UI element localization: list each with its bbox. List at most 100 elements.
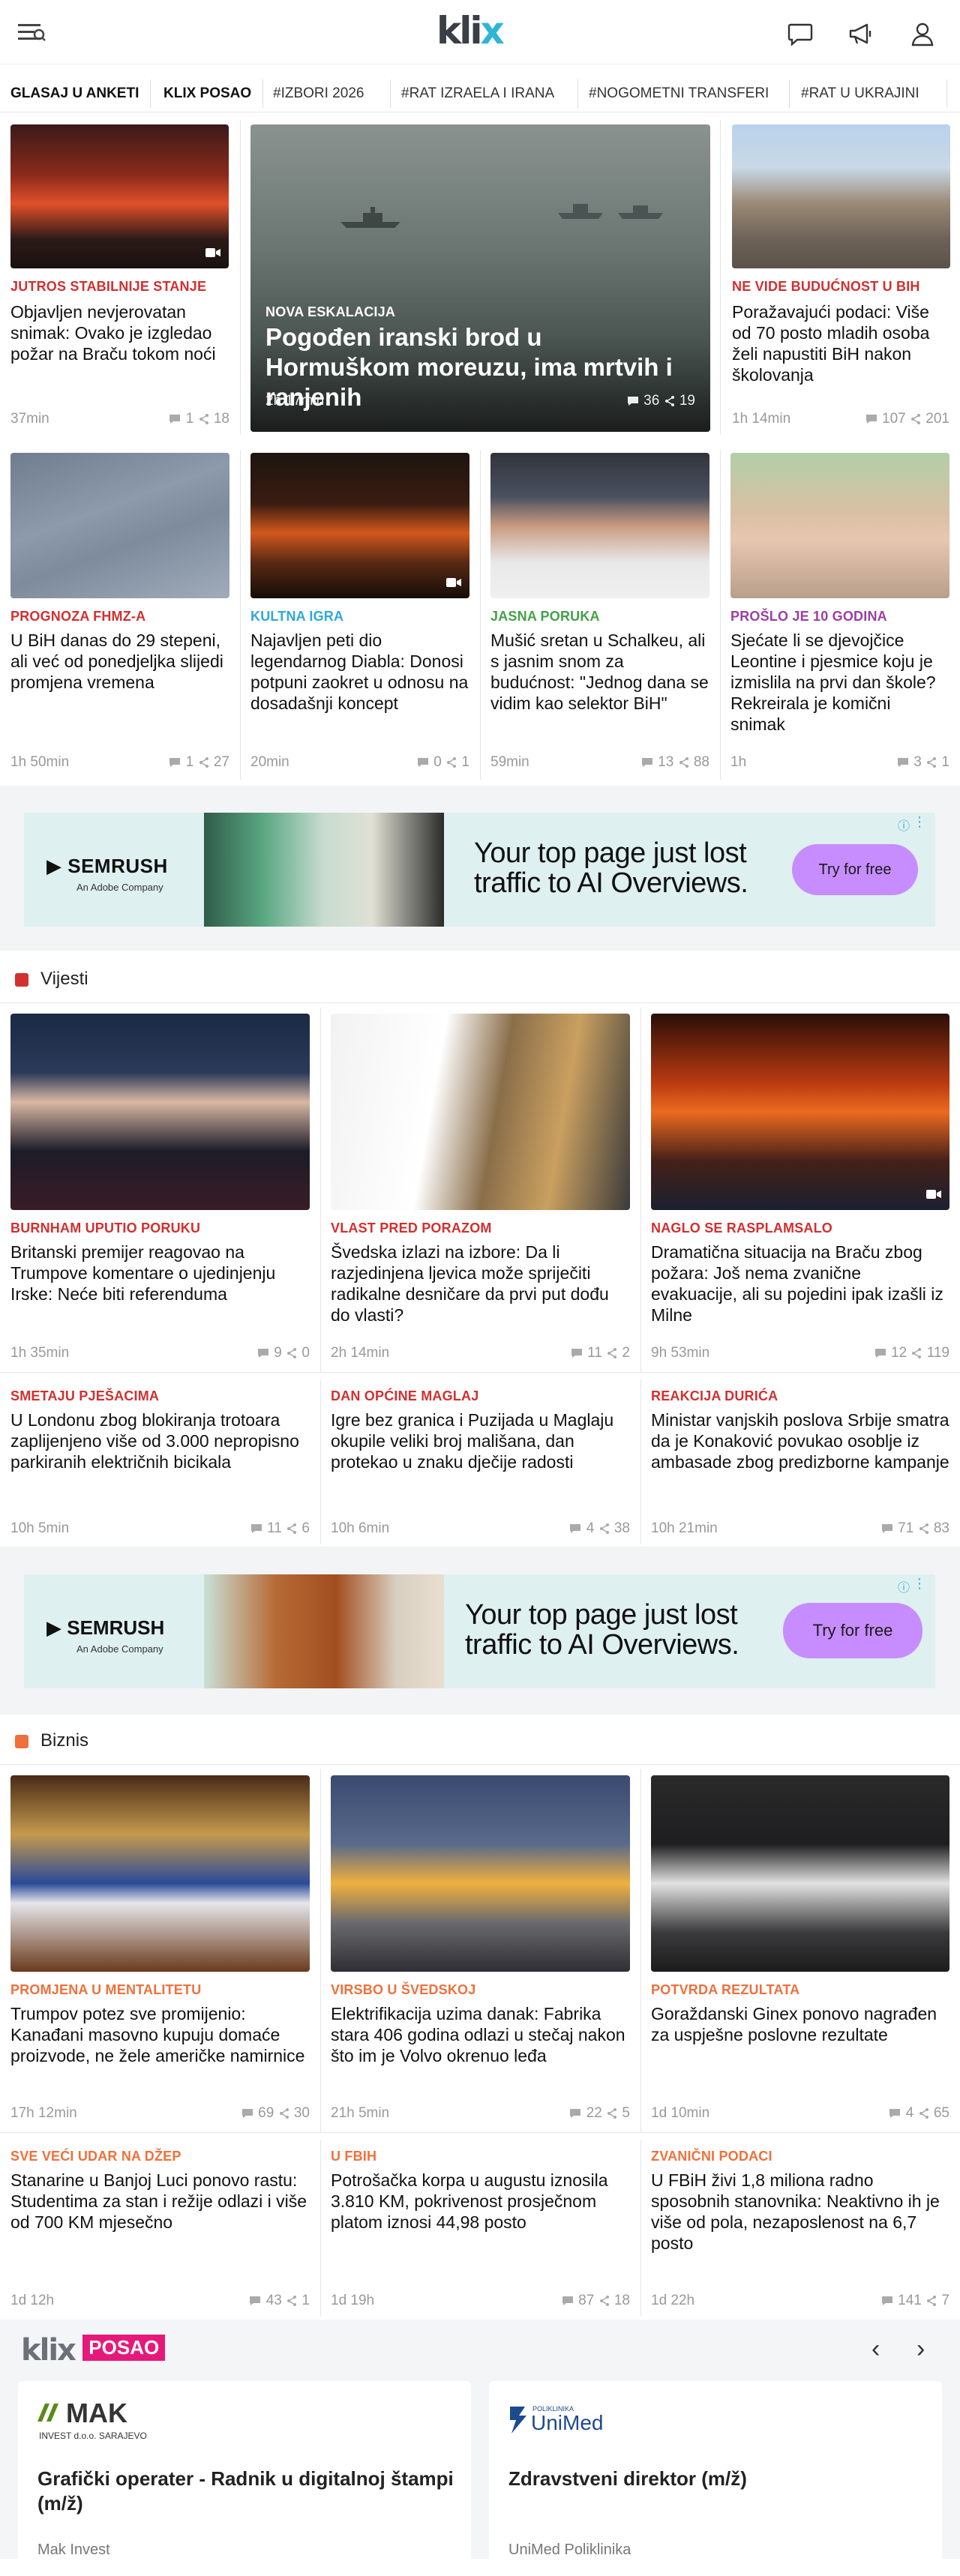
share-icon [664, 396, 674, 406]
chevron-right-icon[interactable]: › [916, 2335, 925, 2364]
company-logo: MAK INVEST d.o.o. SARAJEVO [36, 2398, 164, 2446]
share-icon [599, 1523, 609, 1534]
menu-icon[interactable] [16, 21, 46, 43]
article-title: Goraždanski Ginex ponovo nagrađen za usp… [651, 2004, 938, 2044]
chevron-left-icon[interactable]: ‹ [872, 2335, 880, 2364]
article-stats: 0 1 [416, 754, 470, 771]
share-count: 2 [622, 1345, 630, 1361]
comment-count: 69 [258, 2105, 274, 2121]
tag-klix-posao[interactable]: KLIX POSAO [164, 75, 251, 112]
posao-logo-text: POSAO [82, 2335, 166, 2361]
divider [480, 450, 481, 780]
user-icon[interactable] [909, 21, 936, 46]
article-card[interactable]: PROGNOZA FHMZ-A U BiH danas do 29 stepeni… [0, 442, 240, 781]
section-header-biznis[interactable]: Biznis [0, 1717, 960, 1765]
article-card[interactable]: POTVRDA REZULTATA Goraždanski Ginex ponov… [640, 1765, 960, 2132]
comment-count: 11 [587, 1345, 602, 1361]
job-card[interactable]: POLIKLINIKA UniMed Zdravstveni direktor … [489, 2381, 942, 2576]
share-icon [287, 1348, 297, 1358]
share-count: 201 [926, 411, 950, 427]
article-kicker: KULTNA IGRA [250, 609, 344, 624]
ad-image [204, 813, 444, 927]
klix-posao-logo[interactable]: klix POSAO [21, 2333, 166, 2368]
share-count: 18 [213, 411, 230, 427]
megaphone-icon[interactable] [848, 21, 874, 46]
comment-icon [418, 758, 428, 767]
share-icon [199, 414, 208, 424]
ad-info-icon[interactable]: ⓘ [898, 816, 910, 834]
comment-icon [866, 415, 877, 424]
article-card[interactable]: DAN OPĆINE MAGLAJ Igre bez granica i Puzi… [320, 1379, 640, 1547]
tag-poll[interactable]: GLASAJ U ANKETI [10, 75, 139, 112]
article-card[interactable]: NE VIDE BUDUĆNOST U BIH Poražavajući pod… [720, 114, 960, 436]
tag-izbori[interactable]: #IZBORI 2026 [273, 75, 364, 112]
article-card[interactable]: VLAST PRED PORAZOM Švedska izlazi na izbo… [320, 1003, 640, 1372]
article-card[interactable]: SVE VEĆI UDAR NA DŽEP Stanarine u Banjoj … [0, 2140, 320, 2320]
tag-transferi[interactable]: #NOGOMETNI TRANSFERI [589, 75, 769, 112]
article-card[interactable]: REAKCIJA DURIĆA Ministar vanjskih poslova… [640, 1379, 960, 1547]
article-time: 17h 12min [10, 2105, 77, 2121]
share-icon [679, 757, 688, 768]
featured-article[interactable]: NOVA ESKALACIJA Pogođen iranski brod u H… [250, 124, 710, 432]
ad-image [204, 1574, 444, 1688]
ad-headline: Your top page just lost traffic to AI Ov… [474, 838, 748, 898]
share-count: 19 [679, 393, 695, 409]
ad-cta-button[interactable]: Try for free [783, 1603, 922, 1658]
article-kicker: SMETAJU PJEŠACIMA [10, 1388, 160, 1403]
article-title: Objavljen nevjerovatan snimak: Ovako je … [10, 302, 216, 364]
article-title: Elektrifikacija uzima danak: Fabrika sta… [331, 2004, 626, 2065]
featured-kicker: NOVA ESKALACIJA [266, 304, 396, 319]
article-kicker: PROMJENA U MENTALITETU [10, 1982, 202, 1997]
article-card[interactable]: PROŠLO JE 10 GODINA Sjećate li se djevojč… [720, 442, 960, 781]
article-card[interactable]: PROMJENA U MENTALITETU Trumpov potez sve … [0, 1765, 320, 2132]
article-time: 1d 10min [651, 2105, 710, 2121]
comment-icon [170, 415, 181, 424]
comment-icon [898, 758, 908, 767]
article-card[interactable]: U FBIH Potrošačka korpa u augustu iznosil… [320, 2140, 640, 2320]
article-stats: 11 6 [250, 1520, 310, 1537]
comments-icon[interactable] [787, 21, 814, 46]
logo-text: klix [436, 9, 505, 52]
company-logo-sub: INVEST d.o.o. SARAJEVO [39, 2431, 147, 2441]
divider [390, 79, 391, 108]
article-card[interactable]: JASNA PORUKA Mušić sretan u Schalkeu, ali… [480, 442, 720, 781]
share-icon [927, 2296, 937, 2306]
article-card[interactable]: SMETAJU PJEŠACIMA U Londonu zbog blokiran… [0, 1379, 320, 1547]
share-count: 1 [941, 754, 950, 770]
article-kicker: JUTROS STABILNIJE STANJE [10, 279, 207, 294]
divider [640, 1379, 641, 1544]
comment-icon [570, 1524, 581, 1533]
ad-info-icon[interactable]: ⓘ [898, 1577, 910, 1595]
advertisement[interactable]: ▶︎ SEMRUSH An Adobe Company Your top pag… [24, 1574, 935, 1688]
article-title: Igre bez granica i Puzijada u Maglaju ok… [331, 1410, 614, 1472]
section-header-vijesti[interactable]: Vijesti [0, 955, 960, 1003]
article-card[interactable]: NAGLO SE RASPLAMSALO Dramatična situacija… [640, 1003, 960, 1372]
article-kicker: U FBIH [331, 2149, 377, 2164]
featured-title: Pogođen iranski brod u Hormuškom moreuzu… [266, 323, 673, 411]
advertisement[interactable]: ▶︎ SEMRUSH An Adobe Company Your top pag… [24, 813, 935, 927]
comment-icon [250, 2296, 261, 2305]
share-count: 6 [302, 1520, 310, 1536]
article-title: Mušić sretan u Schalkeu, ali s jasnim sn… [490, 631, 709, 713]
ad-headline-line: traffic to AI Overviews. [465, 1629, 740, 1661]
ad-cta-button[interactable]: Try for free [792, 844, 918, 895]
divider [640, 1008, 641, 1372]
article-card[interactable]: JUTROS STABILNIJE STANJE Objavljen nevje… [0, 114, 240, 436]
job-card[interactable]: MAK INVEST d.o.o. SARAJEVO Grafički oper… [18, 2381, 471, 2576]
site-logo[interactable]: klix [436, 9, 505, 52]
article-card[interactable]: ZVANIČNI PODACI U FBiH živi 1,8 miliona r… [640, 2140, 960, 2320]
article-time: 1h 35min [10, 1345, 70, 1361]
article-card[interactable]: KULTNA IGRA Najavljen peti dio legendarno… [240, 442, 480, 781]
article-title: Ministar vanjskih poslova Srbije smatra … [651, 1410, 950, 1472]
article-image [250, 453, 470, 598]
tag-rat-izraela[interactable]: #RAT IZRAELA I IRANA [401, 75, 554, 112]
share-count: 30 [293, 2105, 310, 2121]
comment-count: 11 [267, 1520, 282, 1536]
tag-ukrajina[interactable]: #RAT U UKRAJINI [801, 75, 920, 112]
article-card[interactable]: BURNHAM UPUTIO PORUKU Britanski premijer … [0, 1003, 320, 1372]
article-title: Trumpov potez sve promijenio: Kanađani m… [10, 2004, 305, 2065]
article-card[interactable]: VIRSBO U ŠVEDSKOJ Elektrifikacija uzima d… [320, 1765, 640, 2132]
comment-icon [562, 2296, 573, 2305]
ad-menu-icon[interactable]: ⋮ [913, 1576, 926, 1592]
ad-menu-icon[interactable]: ⋮ [913, 814, 926, 830]
